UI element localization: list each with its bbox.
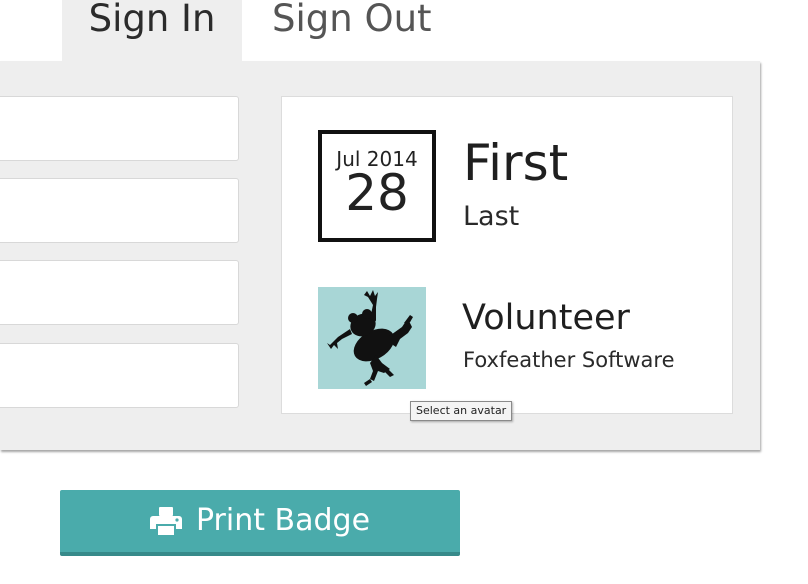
tab-sign-in[interactable]: Sign In [62, 0, 242, 62]
first-name: First [463, 134, 569, 192]
date-box: Jul 2014 28 [318, 130, 436, 242]
form-field-2[interactable] [0, 178, 239, 243]
tab-sign-out[interactable]: Sign Out [272, 0, 442, 62]
tab-bar: Sign In Sign Out [0, 0, 808, 62]
frog-icon [327, 290, 413, 386]
form-field-4[interactable] [0, 343, 239, 408]
badge-company: Foxfeather Software [463, 348, 675, 372]
avatar[interactable] [318, 287, 426, 389]
last-name: Last [463, 201, 520, 232]
sign-in-panel: Jul 2014 28 First Last Volunteer Foxfeat… [0, 61, 760, 450]
date-day: 28 [345, 164, 409, 222]
printer-icon [149, 507, 182, 535]
form-field-3[interactable] [0, 260, 239, 325]
form-field-1[interactable] [0, 96, 239, 161]
badge-role: Volunteer [462, 298, 630, 338]
print-badge-button[interactable]: Print Badge [60, 490, 460, 556]
badge-preview: Jul 2014 28 First Last Volunteer Foxfeat… [281, 96, 733, 414]
avatar-tooltip: Select an avatar [410, 401, 513, 421]
print-badge-label: Print Badge [195, 503, 371, 538]
